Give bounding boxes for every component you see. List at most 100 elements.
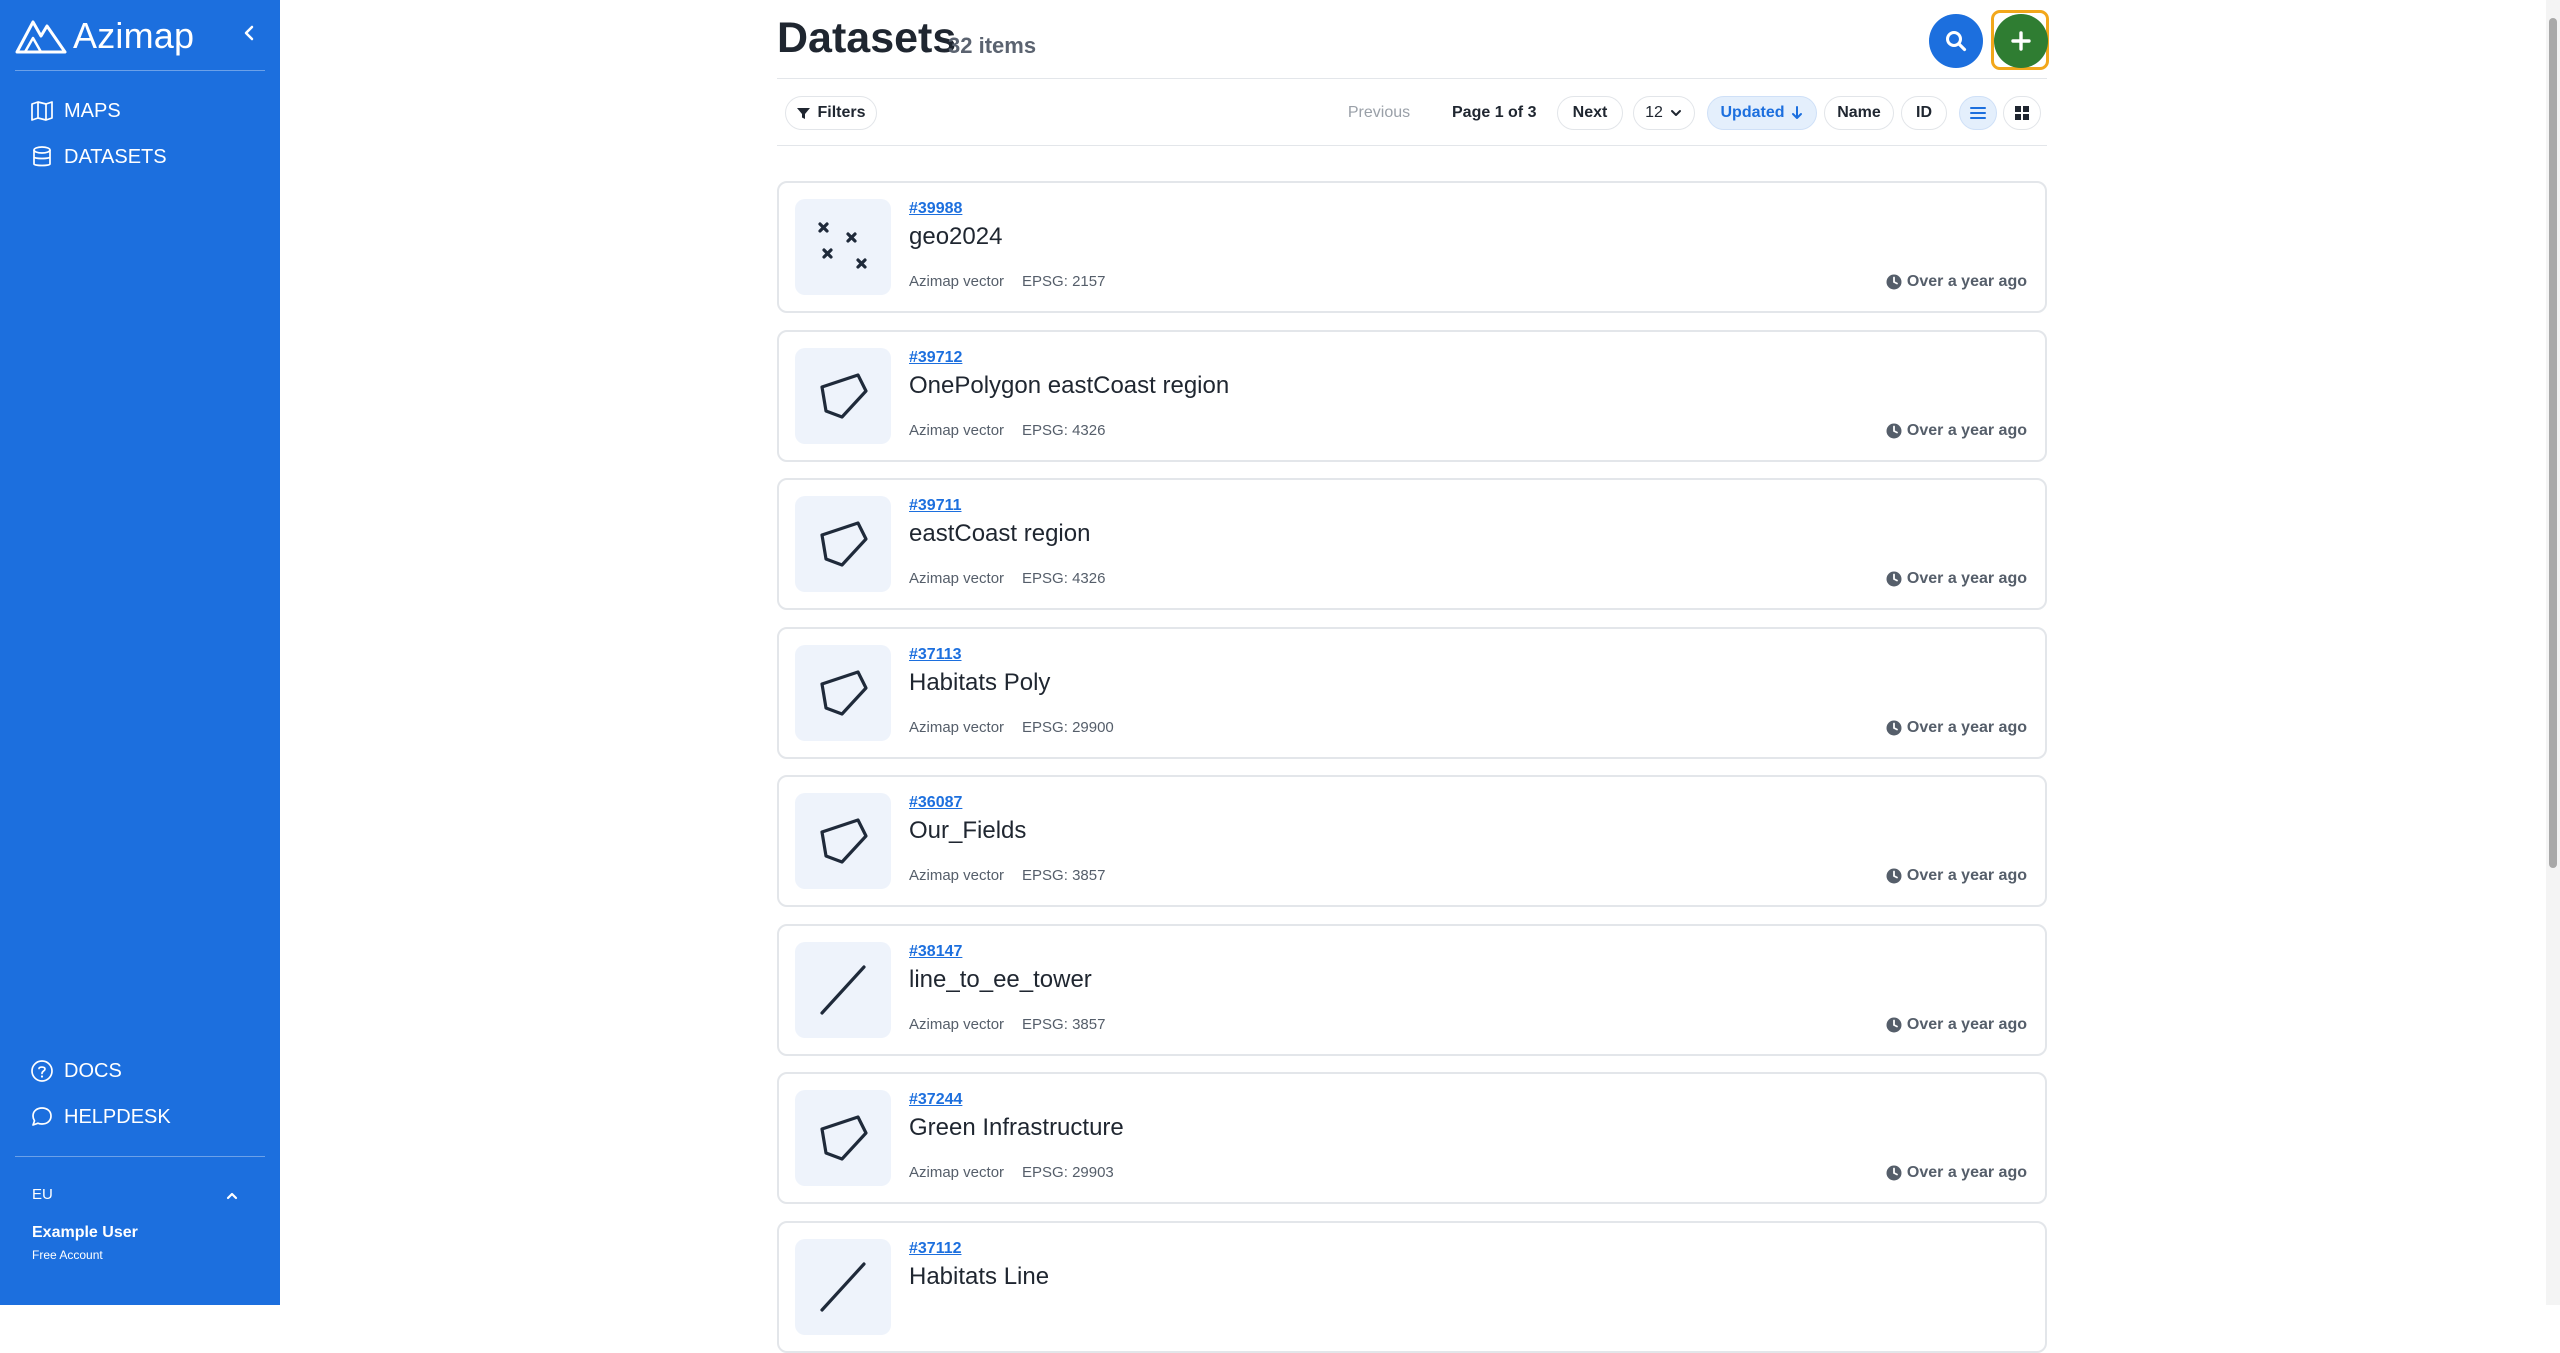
sort-name-button[interactable]: Name <box>1824 96 1894 130</box>
sidebar-item-helpdesk[interactable]: HELPDESK <box>30 1100 171 1134</box>
dataset-thumbnail[interactable] <box>795 793 891 889</box>
dataset-meta: Azimap vector EPSG: 4326 <box>909 422 1105 439</box>
sidebar-divider <box>15 70 265 71</box>
dataset-updated-label: Over a year ago <box>1906 570 2027 587</box>
dataset-card[interactable]: #37244 Green Infrastructure Azimap vector E… <box>777 1072 2047 1204</box>
dataset-meta: Azimap vector EPSG: 3857 <box>909 867 1105 884</box>
dataset-name[interactable]: geo2024 <box>909 223 1002 251</box>
next-label: Next <box>1572 104 1608 121</box>
dataset-updated: Over a year ago <box>1886 867 2027 885</box>
dataset-id-link[interactable]: #39711 <box>909 497 962 515</box>
polygon-icon <box>820 1115 868 1161</box>
dataset-name[interactable]: eastCoast region <box>909 520 1090 548</box>
item-count: 32 items <box>948 33 1037 58</box>
dataset-thumbnail[interactable] <box>795 1239 891 1335</box>
dataset-card[interactable]: #37112 Habitats Line <box>777 1221 2047 1353</box>
dataset-card[interactable]: #39711 eastCoast region Azimap vector EPSG:… <box>777 478 2047 610</box>
clock-icon <box>1886 868 1902 884</box>
dataset-thumbnail[interactable] <box>795 1090 891 1186</box>
dataset-updated: Over a year ago <box>1886 1016 2027 1034</box>
user-name[interactable]: Example User <box>32 1224 138 1242</box>
sort-name-label: Name <box>1837 104 1881 121</box>
sidebar-item-label: DATASETS <box>64 145 167 168</box>
dataset-updated-label: Over a year ago <box>1906 1164 2027 1181</box>
polygon-icon <box>820 670 868 716</box>
user-plan: Free Account <box>32 1248 103 1262</box>
grid-view-button[interactable] <box>2003 96 2041 130</box>
dataset-card[interactable]: #39712 OnePolygon eastCoast region Azimap … <box>777 330 2047 462</box>
dataset-card[interactable]: #38147 line_to_ee_tower Azimap vector EPSG:… <box>777 924 2047 1056</box>
scrollbar-thumb[interactable] <box>2549 18 2557 868</box>
dataset-updated: Over a year ago <box>1886 273 2027 291</box>
dataset-card[interactable]: #39988 geo2024 Azimap vector EPSG: 2157 Over… <box>777 181 2047 313</box>
dataset-meta: Azimap vector EPSG: 3857 <box>909 1016 1105 1033</box>
dataset-type: Azimap vector <box>909 867 1005 884</box>
page-title: Datasets <box>777 14 957 62</box>
add-dataset-button[interactable] <box>1994 14 2048 68</box>
dataset-thumbnail[interactable] <box>795 942 891 1038</box>
dataset-type: Azimap vector <box>909 719 1005 736</box>
polygon-icon <box>820 521 868 567</box>
dataset-name[interactable]: OnePolygon eastCoast region <box>909 372 1229 400</box>
dataset-name[interactable]: Our_Fields <box>909 817 1026 845</box>
dataset-id-link[interactable]: #37112 <box>909 1240 962 1258</box>
list-view-button[interactable] <box>1959 96 1997 130</box>
list-icon <box>1970 107 1986 119</box>
dataset-id-link[interactable]: #39988 <box>909 200 962 218</box>
dataset-thumbnail[interactable] <box>795 645 891 741</box>
previous-page-button[interactable]: Previous <box>1335 96 1423 130</box>
dataset-name[interactable]: line_to_ee_tower <box>909 966 1092 994</box>
sort-updated-label: Updated <box>1720 104 1785 121</box>
polygon-icon <box>820 373 868 419</box>
chat-icon <box>32 1107 52 1126</box>
next-page-button[interactable]: Next <box>1557 96 1623 130</box>
dataset-id-link[interactable]: #37244 <box>909 1091 962 1109</box>
help-circle-icon <box>31 1060 53 1082</box>
points-icon <box>818 222 867 269</box>
dataset-epsg: EPSG: 29903 <box>1022 1164 1114 1181</box>
clock-icon <box>1886 571 1902 587</box>
polygon-icon <box>820 818 868 864</box>
toolbar-divider <box>777 145 2047 146</box>
dataset-id-link[interactable]: #37113 <box>909 646 962 664</box>
filters-button[interactable]: Filters <box>785 96 877 130</box>
sidebar-item-datasets[interactable]: DATASETS <box>30 140 167 174</box>
clock-icon <box>1886 423 1902 439</box>
dataset-meta: Azimap vector EPSG: 29903 <box>909 1164 1114 1181</box>
dataset-updated-label: Over a year ago <box>1906 422 2027 439</box>
app-name: Azimap <box>73 15 195 56</box>
dataset-name[interactable]: Habitats Poly <box>909 669 1050 697</box>
page-size-select[interactable]: 12 <box>1633 96 1695 130</box>
dataset-thumbnail[interactable] <box>795 496 891 592</box>
dataset-epsg: EPSG: 3857 <box>1022 1016 1106 1033</box>
azimap-logo-icon <box>15 20 67 54</box>
dataset-type: Azimap vector <box>909 422 1005 439</box>
dataset-type: Azimap vector <box>909 570 1005 587</box>
sidebar-item-docs[interactable]: DOCS <box>30 1054 122 1088</box>
brand[interactable]: Azimap <box>15 14 194 58</box>
dataset-card[interactable]: #37113 Habitats Poly Azimap vector EPSG: 29… <box>777 627 2047 759</box>
sort-updated-button[interactable]: Updated <box>1707 96 1817 130</box>
search-button[interactable] <box>1929 14 1983 68</box>
sidebar-item-label: MAPS <box>64 99 121 122</box>
collapse-sidebar-icon[interactable] <box>238 20 260 46</box>
dataset-updated: Over a year ago <box>1886 570 2027 588</box>
dataset-id-link[interactable]: #36087 <box>909 794 962 812</box>
dataset-id-link[interactable]: #39712 <box>909 349 962 367</box>
clock-icon <box>1886 274 1902 290</box>
dataset-epsg: EPSG: 2157 <box>1022 273 1106 290</box>
sidebar-item-maps[interactable]: MAPS <box>30 94 121 128</box>
filters-label: Filters <box>817 104 866 121</box>
clock-icon <box>1886 1165 1902 1181</box>
dataset-updated-label: Over a year ago <box>1906 867 2027 884</box>
chevron-up-icon[interactable] <box>224 1188 240 1204</box>
dataset-name[interactable]: Green Infrastructure <box>909 1114 1124 1142</box>
dataset-thumbnail[interactable] <box>795 199 891 295</box>
dataset-id-link[interactable]: #38147 <box>909 943 962 961</box>
dataset-name[interactable]: Habitats Line <box>909 1263 1049 1291</box>
dataset-card[interactable]: #36087 Our_Fields Azimap vector EPSG: 3857 O… <box>777 775 2047 907</box>
sidebar: Azimap MAPS DATASETS DOCS HELPDESK EU Ex… <box>0 0 280 1305</box>
filter-icon <box>797 107 811 119</box>
dataset-thumbnail[interactable] <box>795 348 891 444</box>
sort-id-button[interactable]: ID <box>1901 96 1947 130</box>
